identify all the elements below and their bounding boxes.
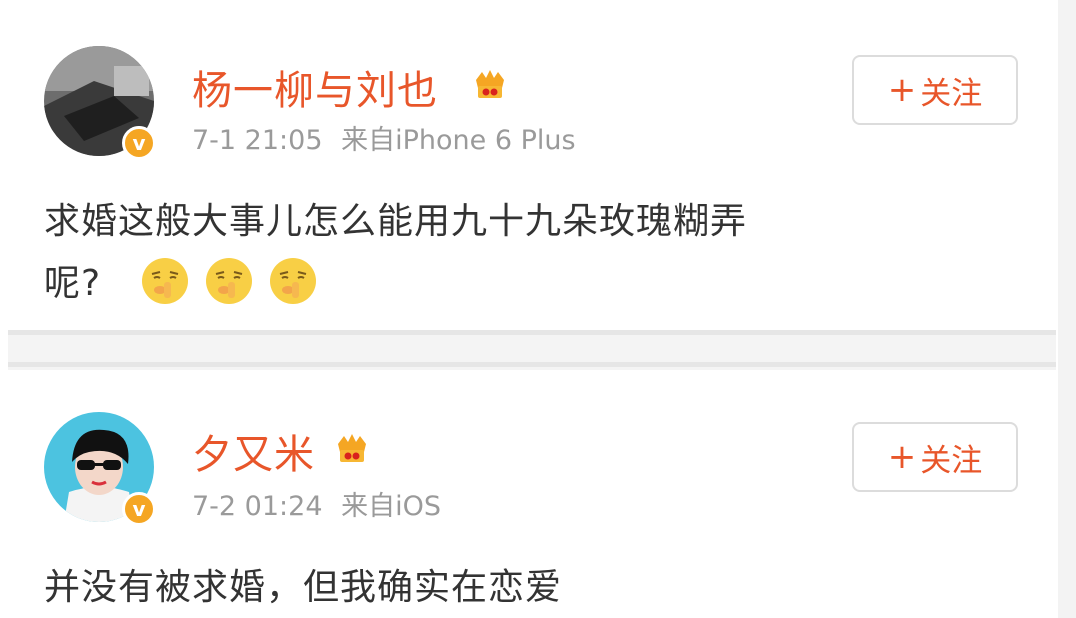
username[interactable]: 夕又米 [192,422,315,480]
follow-label: 关注 [920,442,983,479]
post-meta: 7-2 01:24 来自iOS [192,484,441,523]
crown-icon [338,434,366,462]
follow-button[interactable]: + 关注 [852,422,1018,492]
verified-badge-icon: v [122,492,156,526]
crown-icon [476,70,504,98]
weibo-comment: v 杨一柳与刘也 7-1 21:05 来自iPhone 6 Plus + 关注 … [0,0,1058,328]
post-time: 7-2 01:24 [192,491,323,522]
shush-emoji-icon [206,258,252,304]
page-right-edge [1058,0,1076,618]
plus-icon: + [887,70,917,110]
comment-text: 求婚这般大事儿怎么能用九十九朵玫瑰糊弄 [44,201,748,242]
follow-label: 关注 [920,75,983,112]
post-time: 7-1 21:05 [192,125,323,156]
comment-text: 并没有被求婚，但我确实在恋爱 [44,567,563,608]
separator-line [8,362,1056,367]
shush-emoji-icon [270,258,316,304]
username[interactable]: 杨一柳与刘也 [192,58,438,116]
comment-text-line2: 呢? [44,263,102,304]
verified-badge-icon: v [122,126,156,160]
plus-icon: + [887,437,917,477]
post-source: 来自iOS [341,491,441,522]
post-source: 来自iPhone 6 Plus [341,125,576,156]
post-meta: 7-1 21:05 来自iPhone 6 Plus [192,118,576,157]
weibo-comment: v 夕又米 7-2 01:24 来自iOS + 关注 并没有被求婚，但我确实在恋… [0,372,1058,618]
shush-emoji-icon [142,258,188,304]
separator-line [8,330,1056,335]
follow-button[interactable]: + 关注 [852,55,1018,125]
